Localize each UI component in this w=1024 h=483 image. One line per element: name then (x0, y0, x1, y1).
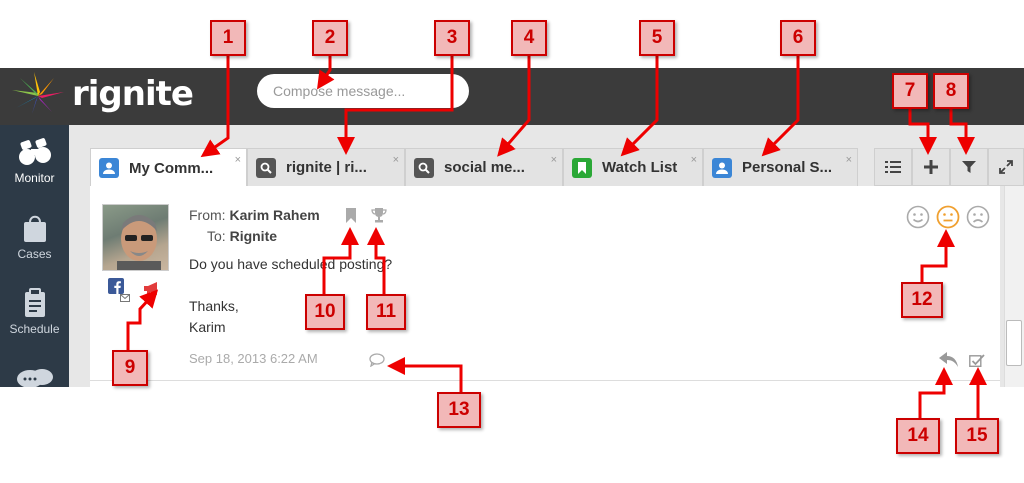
callout-12: 12 (901, 282, 943, 318)
callout-5: 5 (639, 20, 675, 56)
callout-15: 15 (955, 418, 999, 454)
callout-1: 1 (210, 20, 246, 56)
callout-7: 7 (892, 73, 928, 109)
callout-11: 11 (366, 294, 406, 330)
callout-9: 9 (112, 350, 148, 386)
callout-13: 13 (437, 392, 481, 428)
callout-3: 3 (434, 20, 470, 56)
screenshot-root: rignite Monitor Cases (0, 0, 1024, 483)
callout-14: 14 (896, 418, 940, 454)
callout-6: 6 (780, 20, 816, 56)
callout-arrows (126, 56, 987, 418)
callout-4: 4 (511, 20, 547, 56)
callout-8: 8 (933, 73, 969, 109)
callout-10: 10 (305, 294, 345, 330)
callout-2: 2 (312, 20, 348, 56)
